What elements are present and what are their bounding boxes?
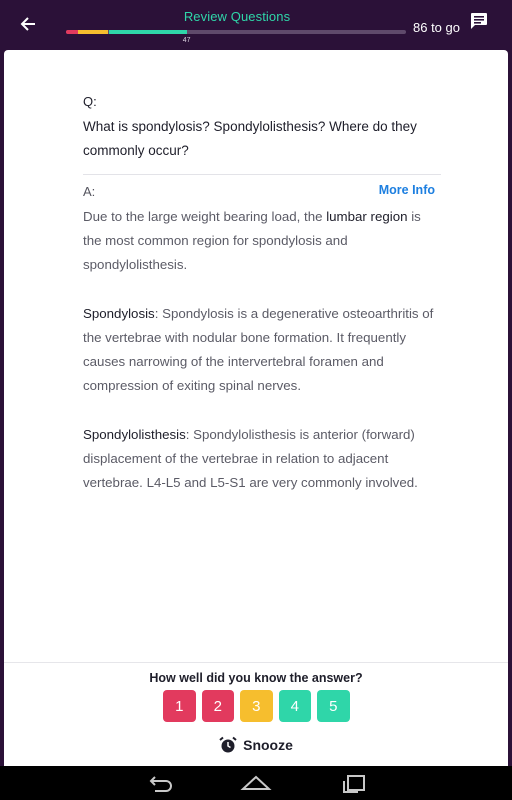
recents-nav-icon[interactable]	[340, 772, 368, 794]
answer-text-span: Due to the large weight bearing load, th…	[83, 209, 327, 224]
back-nav-icon[interactable]	[145, 772, 175, 794]
rating-prompt: How well did you know the answer?	[149, 671, 363, 685]
rating-button-1[interactable]: 1	[163, 690, 196, 722]
screen-title: Review Questions	[183, 9, 291, 24]
progress-segment	[66, 30, 78, 34]
answer-highlight: lumbar region	[326, 209, 408, 224]
top-bar: Review Questions 47 86 to go	[0, 0, 512, 50]
snooze-label: Snooze	[243, 737, 293, 753]
flashcard: Q: What is spondylosis? Spondylolisthesi…	[4, 50, 508, 766]
progress-segment	[77, 30, 109, 34]
question-text: What is spondylosis? Spondylolisthesis? …	[83, 119, 417, 158]
answer-text: Due to the large weight bearing load, th…	[83, 205, 435, 520]
more-info-link[interactable]: More Info	[379, 183, 435, 197]
answer-paragraph: Due to the large weight bearing load, th…	[83, 205, 435, 278]
comments-button[interactable]	[470, 12, 492, 32]
rating-button-2[interactable]: 2	[201, 690, 234, 722]
answer-paragraph: Spondylosis: Spondylosis is a degenerati…	[83, 302, 435, 399]
remaining-count: 86 to go	[413, 20, 460, 35]
rating-button-5[interactable]: 5	[317, 690, 350, 722]
navigation-bar	[0, 766, 512, 800]
progress-bar	[66, 30, 406, 34]
snooze-button[interactable]: Snooze	[4, 736, 508, 754]
alarm-clock-icon	[219, 736, 237, 753]
comment-icon	[471, 13, 487, 29]
answer-label: A:	[83, 184, 96, 199]
home-nav-icon[interactable]	[240, 772, 272, 794]
rating-button-4[interactable]: 4	[278, 690, 311, 722]
answer-highlight: Spondylosis	[83, 305, 155, 321]
question-block: Q: What is spondylosis? Spondylolisthesi…	[83, 94, 443, 163]
divider	[83, 174, 441, 175]
progress-segment	[108, 30, 187, 34]
divider	[4, 662, 508, 663]
question-label: Q:	[83, 94, 97, 109]
answer-paragraph: Spondylolisthesis: Spondylolisthesis is …	[83, 423, 435, 496]
rating-button-3[interactable]: 3	[240, 690, 273, 722]
answer-highlight: Spondylolisthesis	[83, 426, 186, 442]
progress-count: 47	[182, 37, 191, 44]
rating-buttons: 12345	[163, 690, 350, 724]
